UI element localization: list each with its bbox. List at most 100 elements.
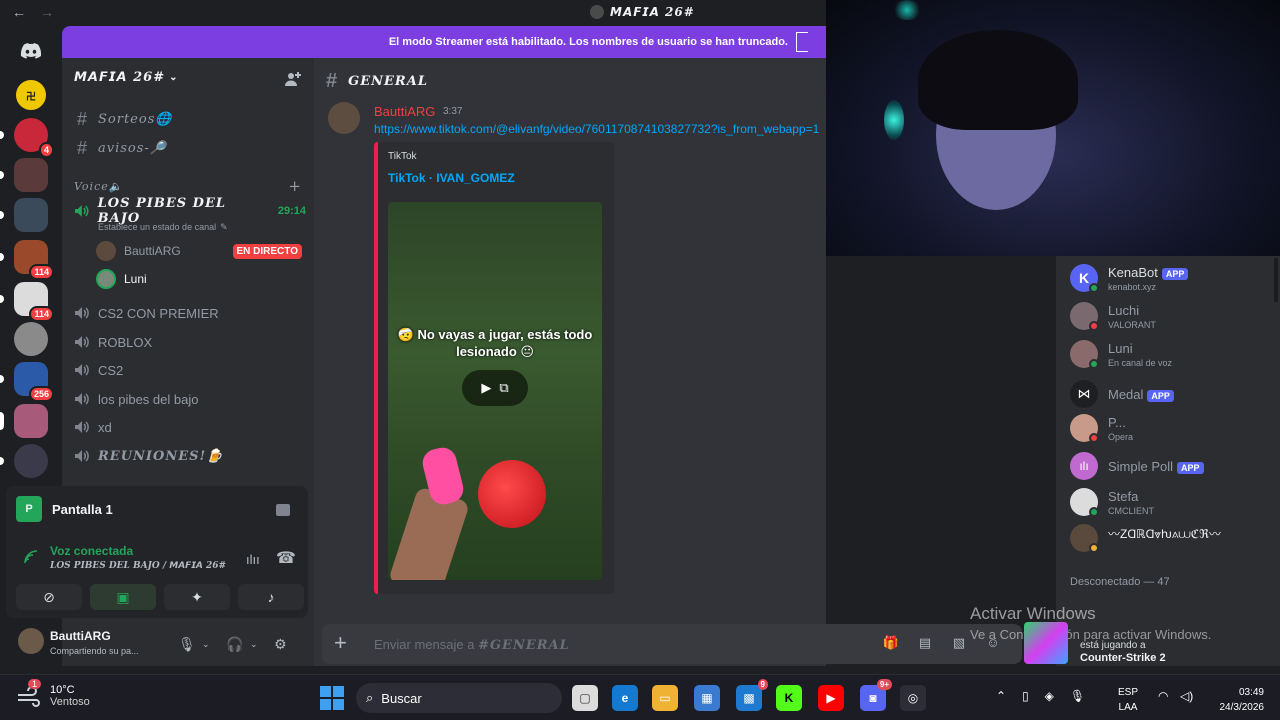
store-icon[interactable]: ▦: [694, 685, 720, 711]
gif-icon[interactable]: ▤: [916, 635, 934, 653]
voice-channel-los-pibes[interactable]: LOS PIBES DEL BAJO 29:14: [74, 196, 306, 226]
channel-status[interactable]: Establece un estado de canal ✎: [98, 222, 228, 233]
avatar[interactable]: [328, 102, 360, 134]
message-composer[interactable]: + Enviar mensaje a #GENERAL 🎁 ▤ ▧ ☺: [322, 624, 1022, 664]
server-icon[interactable]: [14, 322, 48, 356]
avatar[interactable]: [18, 628, 44, 654]
taskbar-search[interactable]: ⌕ Buscar: [356, 683, 562, 713]
server-icon[interactable]: 256: [0, 362, 54, 402]
wifi-icon[interactable]: ◠: [1158, 689, 1168, 703]
gift-icon[interactable]: 🎁: [882, 635, 900, 653]
server-icon[interactable]: 114: [0, 240, 54, 280]
member-item[interactable]: P... Opera: [1070, 410, 1274, 446]
volume-icon[interactable]: ◁): [1180, 689, 1193, 703]
voice-panel: P Pantalla 1 Voz conectada LOS PIBES DEL…: [6, 486, 308, 618]
server-icon[interactable]: 4: [0, 118, 54, 158]
member-name: P...: [1108, 415, 1126, 430]
app-icon[interactable]: ▩ 9: [736, 679, 768, 711]
task-view-icon[interactable]: ▢: [572, 685, 598, 711]
discord-home-icon[interactable]: [14, 34, 48, 68]
banner-button[interactable]: [796, 32, 808, 52]
server-icon[interactable]: [0, 158, 48, 192]
message-link[interactable]: https://www.tiktok.com/@elivanfg/video/7…: [374, 122, 826, 136]
voice-channel[interactable]: CS2: [74, 357, 306, 383]
chevron-down-icon[interactable]: ⌄: [250, 639, 266, 655]
member-item[interactable]: ılı Simple Poll APP: [1070, 448, 1274, 484]
message-author[interactable]: BauttiARG: [374, 104, 435, 119]
channel-sorteos[interactable]: # Sorteos🌐: [74, 106, 306, 132]
voice-channel[interactable]: ROBLOX: [74, 329, 306, 355]
clock-time: 03:49: [1238, 687, 1264, 698]
member-item[interactable]: Luchi VALORANT: [1070, 298, 1274, 334]
stream-preview[interactable]: P Pantalla 1: [16, 496, 113, 522]
server-icon[interactable]: 114: [0, 282, 54, 322]
disconnect-icon[interactable]: ☎: [276, 548, 296, 568]
chevron-down-icon[interactable]: ⌄: [202, 639, 218, 655]
voice-channel[interactable]: los pibes del bajo: [74, 386, 306, 412]
plus-icon[interactable]: +: [288, 179, 302, 194]
server-icon[interactable]: [0, 404, 48, 438]
app-icon[interactable]: ◎: [900, 685, 926, 711]
voice-category[interactable]: Voice🔈 +: [74, 179, 302, 194]
server-icon[interactable]: [0, 444, 48, 478]
clock[interactable]: 03:49 24/3/2026: [1208, 685, 1265, 715]
voice-channel[interactable]: REUNIONES!🍺: [74, 443, 306, 469]
chevron-down-icon: ⌄: [169, 72, 179, 83]
add-user-icon[interactable]: [284, 70, 302, 88]
kick-icon[interactable]: K: [776, 685, 802, 711]
windows-start-icon[interactable]: [320, 686, 344, 710]
member-item[interactable]: Stefa CMCLIENT: [1070, 484, 1274, 520]
plus-icon[interactable]: +: [334, 632, 347, 654]
usb-icon[interactable]: ▯: [1022, 689, 1029, 703]
headphones-icon[interactable]: 🎧: [226, 636, 243, 652]
status-dot: [1089, 359, 1099, 369]
language-indicator[interactable]: ESP LAA: [1118, 685, 1138, 715]
member-item[interactable]: Luni En canal de voz: [1070, 336, 1274, 372]
member-item[interactable]: 〰ZⱭℝⱭ⩔ƕ⟑⩊ℭℜ〰: [1070, 520, 1274, 556]
chevron-up-icon[interactable]: ⌃: [996, 689, 1006, 703]
status-dot: [1089, 283, 1099, 293]
back-arrow-icon[interactable]: ←: [12, 4, 26, 20]
screen-share-button[interactable]: ▣: [90, 584, 156, 610]
stream-title: Pantalla 1: [52, 501, 113, 517]
voice-channel-path[interactable]: LOS PIBES DEL BAJO / 𝙈𝘼𝙁𝙄𝘼 26#: [50, 561, 226, 571]
server-icon[interactable]: [0, 198, 48, 232]
embed-title[interactable]: TikTok · IVAN_GOMEZ: [388, 171, 515, 185]
edge-icon[interactable]: e: [612, 685, 638, 711]
username[interactable]: BauttiARG: [50, 629, 111, 643]
activities-icon[interactable]: ✦: [164, 584, 230, 610]
discord-taskbar-icon[interactable]: ◙ 9+: [860, 679, 892, 711]
signal-icon[interactable]: [24, 550, 38, 564]
server-icon[interactable]: 卍: [14, 78, 48, 112]
guild-header[interactable]: 𝙈𝘼𝙁𝙄𝘼 26# ⌄: [74, 70, 179, 85]
offline-section-header: Desconectado — 47: [1070, 576, 1170, 588]
sticker-icon[interactable]: ▧: [950, 635, 968, 653]
soundboard-icon[interactable]: ♪: [238, 584, 304, 610]
channel-avisos[interactable]: # avisos-🔎: [74, 135, 306, 161]
soundwave-icon[interactable]: ılıı: [246, 552, 260, 567]
voice-user[interactable]: BauttiARG EN DIRECTO: [96, 240, 302, 262]
gear-icon[interactable]: ⚙: [274, 636, 290, 652]
game-thumbnail: [1024, 622, 1068, 664]
youtube-icon[interactable]: ▶: [818, 685, 844, 711]
shield-icon[interactable]: ◈: [1045, 689, 1054, 703]
member-scrollbar[interactable]: [1274, 258, 1278, 302]
weather-widget[interactable]: 1 10°C Ventoso: [16, 679, 90, 709]
voice-channel[interactable]: xd: [74, 414, 306, 440]
forward-arrow-icon[interactable]: →: [40, 4, 54, 20]
voice-user[interactable]: Luni: [96, 268, 302, 290]
mute-icon[interactable]: 🎙: [178, 636, 196, 652]
play-button[interactable]: ▶ ⧉: [462, 370, 528, 406]
temperature: 10°C: [50, 684, 75, 696]
status-dot: [1089, 507, 1099, 517]
member-item[interactable]: ⋈ Medal APP: [1070, 376, 1274, 412]
voice-connected-label[interactable]: Voz conectada: [50, 544, 133, 558]
status-dot: [1089, 321, 1099, 331]
stop-stream-icon[interactable]: [276, 504, 290, 516]
file-explorer-icon[interactable]: ▭: [652, 685, 678, 711]
member-item[interactable]: K KenaBot APP kenabot.xyz: [1070, 260, 1274, 296]
microphone-icon[interactable]: 🎙: [1070, 689, 1085, 703]
embed-video[interactable]: 🤕 No vayas a jugar, estás todo lesionado…: [388, 202, 602, 580]
camera-off-icon[interactable]: ⊘: [16, 584, 82, 610]
voice-channel[interactable]: CS2 CON PREMIER: [74, 300, 306, 326]
